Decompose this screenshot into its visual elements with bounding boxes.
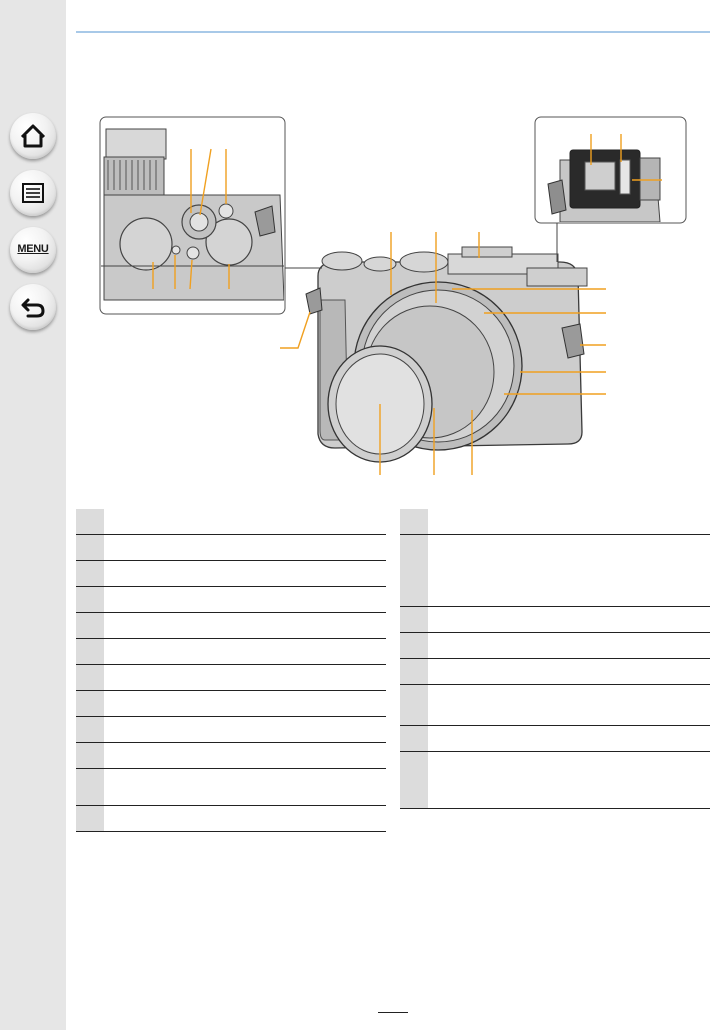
table-row (76, 586, 386, 613)
part-number-cell (76, 560, 104, 587)
part-number-cell (76, 612, 104, 639)
part-number-cell (76, 768, 104, 806)
part-number-cell (400, 751, 428, 809)
table-row (76, 716, 386, 743)
table-row (76, 742, 386, 769)
table-row (76, 534, 386, 561)
part-description-cell (104, 534, 386, 561)
part-description-cell (428, 684, 710, 726)
part-number-cell (76, 716, 104, 743)
camera-parts-diagram (99, 116, 687, 475)
part-number-cell (76, 664, 104, 691)
part-description-cell (104, 716, 386, 743)
part-number-cell (76, 690, 104, 717)
part-description-cell (104, 612, 386, 639)
part-description-cell (104, 742, 386, 769)
table-row (76, 664, 386, 691)
part-description-cell (104, 768, 386, 806)
camera-body (305, 246, 588, 463)
rear-view-camera (536, 118, 685, 222)
part-description-cell (428, 534, 710, 607)
table-row (400, 751, 710, 809)
part-number-cell (400, 658, 428, 685)
table-row (76, 560, 386, 587)
top-view-camera (101, 118, 284, 313)
part-description-cell (428, 725, 710, 752)
part-number-cell (76, 534, 104, 561)
part-number-cell (76, 805, 104, 832)
part-description-cell (104, 805, 386, 832)
table-row (400, 632, 710, 659)
part-description-cell (104, 690, 386, 717)
part-description-cell (104, 509, 386, 535)
table-row (400, 606, 710, 633)
part-number-cell (400, 606, 428, 633)
part-number-cell (76, 742, 104, 769)
part-number-cell (76, 638, 104, 665)
table-row (400, 509, 710, 535)
page-number (378, 998, 408, 1013)
part-description-cell (428, 606, 710, 633)
table-row (400, 534, 710, 607)
table-row (76, 638, 386, 665)
part-description-cell (104, 638, 386, 665)
part-number-cell (400, 534, 428, 607)
part-description-cell (428, 509, 710, 535)
part-description-cell (104, 664, 386, 691)
part-number-cell (76, 586, 104, 613)
part-description-cell (428, 658, 710, 685)
table-row (76, 690, 386, 717)
part-number-cell (400, 725, 428, 752)
table-row (76, 805, 386, 832)
part-number-cell (76, 509, 104, 535)
part-number-cell (400, 632, 428, 659)
table-row (76, 612, 386, 639)
parts-table-left (76, 509, 386, 832)
part-number-cell (400, 684, 428, 726)
table-row (76, 768, 386, 806)
part-number-cell (400, 509, 428, 535)
parts-table-right (400, 509, 710, 809)
part-description-cell (104, 560, 386, 587)
part-description-cell (104, 586, 386, 613)
table-row (400, 725, 710, 752)
table-row (76, 509, 386, 535)
table-row (400, 658, 710, 685)
part-description-cell (428, 632, 710, 659)
part-description-cell (428, 751, 710, 809)
table-row (400, 684, 710, 726)
